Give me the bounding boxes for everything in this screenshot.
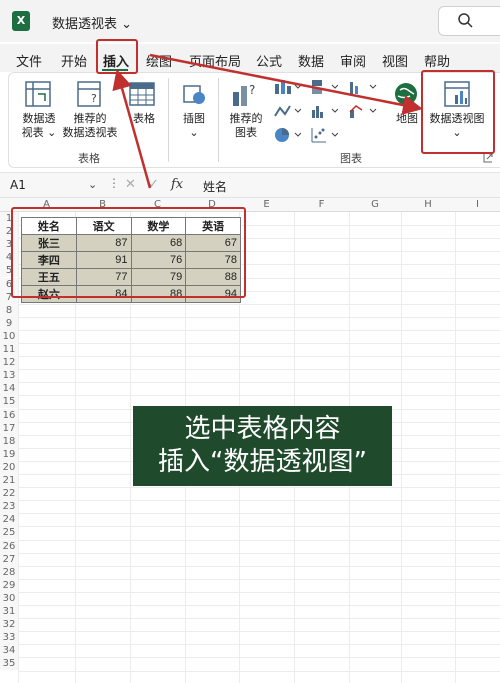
instruction-line-1: 选中表格内容 bbox=[184, 414, 341, 444]
instruction-line-2: 插入“数据透视图” bbox=[158, 447, 367, 477]
arrow-to-insert-tab bbox=[112, 69, 152, 189]
instruction-banner: 选中表格内容 插入“数据透视图” bbox=[133, 406, 392, 486]
annotation-arrows bbox=[112, 53, 423, 189]
arrow-to-pivot-chart bbox=[149, 53, 423, 115]
